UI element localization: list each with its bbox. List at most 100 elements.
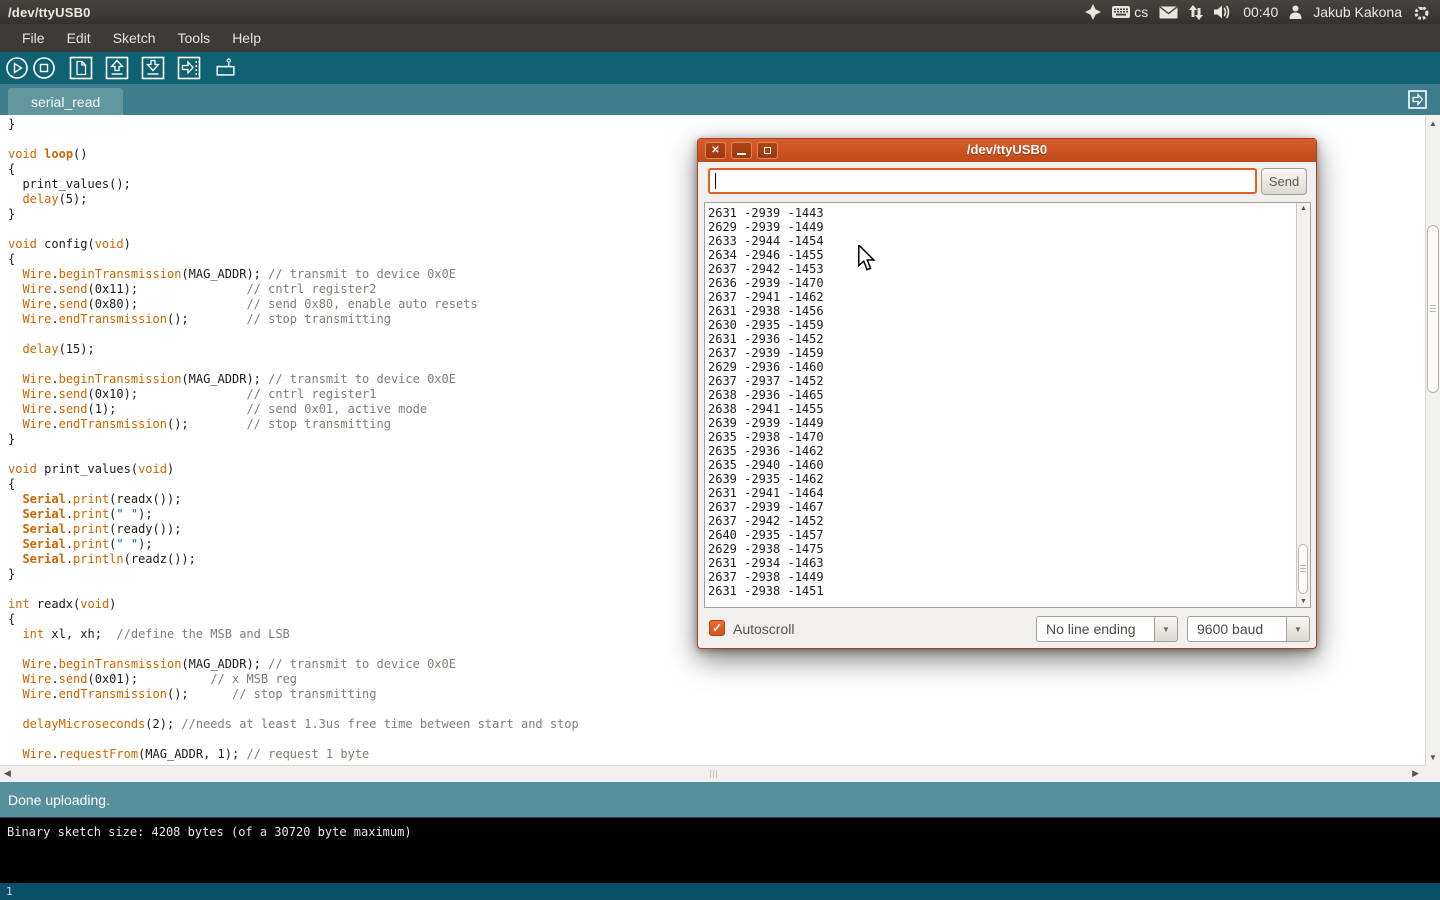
- serial-data-line: 2635 -2938 -1470: [708, 430, 824, 444]
- editor-horizontal-scrollbar[interactable]: ◀ ▶: [0, 765, 1425, 782]
- keyboard-layout-label: cs: [1134, 4, 1148, 20]
- serial-data-line: 2631 -2941 -1464: [708, 486, 824, 500]
- tab-label: serial_read: [31, 94, 100, 110]
- status-message: Done uploading.: [8, 792, 110, 808]
- text-caret: [715, 173, 716, 189]
- stop-button[interactable]: [32, 56, 56, 80]
- editor-vertical-scrollbar[interactable]: ▲ ▼: [1425, 115, 1440, 765]
- user-name[interactable]: Jakub Kakona: [1313, 4, 1402, 20]
- serial-data-line: 2631 -2934 -1463: [708, 556, 824, 570]
- system-tray: cs 00:40 Jakub Kakona: [1085, 4, 1440, 21]
- menu-item-sketch[interactable]: Sketch: [102, 24, 167, 52]
- serial-data-line: 2637 -2938 -1449: [708, 570, 824, 584]
- serial-data-line: 2631 -2938 -1451: [708, 584, 824, 598]
- code-line: Wire.beginTransmission(MAG_ADDR); // tra…: [8, 657, 1425, 672]
- console-output: Binary sketch size: 4208 bytes (of a 307…: [7, 825, 412, 839]
- scroll-up-icon[interactable]: ▲: [1297, 205, 1310, 212]
- code-line: [8, 702, 1425, 717]
- serial-data-line: 2637 -2939 -1459: [708, 346, 824, 360]
- menu-item-tools[interactable]: Tools: [167, 24, 222, 52]
- serial-output-area[interactable]: 2631 -2939 -14432629 -2939 -14492633 -29…: [704, 202, 1311, 608]
- serial-monitor-title: /dev/ttyUSB0: [698, 142, 1316, 157]
- serial-data-line: 2638 -2941 -1455: [708, 402, 824, 416]
- serial-vscroll-thumb[interactable]: [1298, 544, 1308, 594]
- editor-vscroll-thumb[interactable]: [1427, 225, 1439, 393]
- tab-menu-button[interactable]: [1408, 90, 1427, 109]
- serial-data-line: 2629 -2936 -1460: [708, 360, 824, 374]
- serial-data-line: 2635 -2936 -1462: [708, 444, 824, 458]
- code-line: Wire.requestFrom(MAG_ADDR, 1); // reques…: [8, 747, 1425, 762]
- menubar: FileEditSketchToolsHelp: [0, 24, 1440, 52]
- serial-data-line: 2639 -2939 -1449: [708, 416, 824, 430]
- tabstrip: serial_read: [0, 84, 1440, 115]
- serial-monitor-titlebar[interactable]: ✕ /dev/ttyUSB0: [698, 139, 1316, 162]
- line-ending-dropdown[interactable]: No line ending ▼: [1036, 616, 1178, 642]
- scroll-right-icon[interactable]: ▶: [1412, 768, 1419, 779]
- serial-output-text: 2631 -2939 -14432629 -2939 -14492633 -29…: [708, 206, 824, 598]
- serial-monitor-button[interactable]: [214, 56, 238, 80]
- menu-item-edit[interactable]: Edit: [56, 24, 102, 52]
- serial-vertical-scrollbar[interactable]: ▲ ▼: [1296, 203, 1310, 607]
- serial-data-line: 2639 -2935 -1462: [708, 472, 824, 486]
- serial-data-line: 2631 -2938 -1456: [708, 304, 824, 318]
- serial-data-line: 2633 -2944 -1454: [708, 234, 824, 248]
- hscroll-grip[interactable]: [710, 770, 719, 778]
- serial-input[interactable]: [710, 170, 1255, 192]
- serial-data-line: 2637 -2942 -1452: [708, 514, 824, 528]
- menu-item-file[interactable]: File: [11, 24, 56, 52]
- current-line-number: 1: [6, 885, 13, 898]
- verify-button[interactable]: [5, 56, 29, 80]
- chevron-down-icon[interactable]: ▼: [1154, 616, 1178, 642]
- serial-data-line: 2635 -2940 -1460: [708, 458, 824, 472]
- mail-icon[interactable]: [1159, 6, 1178, 19]
- code-line: delayMicroseconds(2); //needs at least 1…: [8, 717, 1425, 732]
- scroll-down-icon[interactable]: ▼: [1426, 753, 1440, 762]
- scroll-left-icon[interactable]: ◀: [4, 768, 11, 779]
- serial-data-line: 2629 -2938 -1475: [708, 542, 824, 556]
- serial-data-line: 2640 -2935 -1457: [708, 528, 824, 542]
- scroll-down-icon[interactable]: ▼: [1297, 598, 1310, 605]
- status-bar: Done uploading.: [0, 782, 1440, 817]
- serial-data-line: 2636 -2939 -1470: [708, 276, 824, 290]
- autoscroll-checkbox[interactable]: ✓: [709, 620, 725, 636]
- scroll-up-icon[interactable]: ▲: [1426, 119, 1440, 128]
- open-sketch-button[interactable]: [105, 56, 129, 80]
- baud-rate-value: 9600 baud: [1187, 616, 1286, 642]
- save-sketch-button[interactable]: [141, 56, 165, 80]
- desktop-panel: /dev/ttyUSB0 cs 00:40 Jakub Kakona: [0, 0, 1440, 24]
- mouse-cursor: [857, 245, 877, 276]
- serial-data-line: 2637 -2942 -1453: [708, 262, 824, 276]
- code-line: Wire.send(0x01); // x MSB reg: [8, 672, 1425, 687]
- user-icon: [1289, 5, 1302, 19]
- network-updown-icon[interactable]: [1189, 5, 1203, 20]
- code-line: [8, 732, 1425, 747]
- tab-serial-read[interactable]: serial_read: [8, 88, 123, 115]
- line-number-bar: 1: [0, 883, 1440, 900]
- menu-item-help[interactable]: Help: [221, 24, 272, 52]
- line-ending-value: No line ending: [1036, 616, 1154, 642]
- toolbar: [0, 52, 1440, 84]
- serial-data-line: 2637 -2941 -1462: [708, 290, 824, 304]
- serial-data-line: 2630 -2935 -1459: [708, 318, 824, 332]
- send-button[interactable]: Send: [1261, 168, 1307, 195]
- checkmark-icon: ✓: [712, 622, 722, 634]
- session-gear-icon[interactable]: [1413, 4, 1430, 21]
- serial-data-line: 2634 -2946 -1455: [708, 248, 824, 262]
- volume-icon[interactable]: [1214, 5, 1232, 19]
- notifications-pinwheel-icon[interactable]: [1085, 4, 1101, 20]
- serial-data-line: 2637 -2939 -1467: [708, 500, 824, 514]
- build-console: Binary sketch size: 4208 bytes (of a 307…: [0, 817, 1440, 883]
- chevron-down-icon[interactable]: ▼: [1286, 616, 1310, 642]
- serial-data-line: 2629 -2939 -1449: [708, 220, 824, 234]
- autoscroll-label: Autoscroll: [733, 621, 794, 637]
- serial-data-line: 2638 -2936 -1465: [708, 388, 824, 402]
- upload-button[interactable]: [177, 56, 201, 80]
- baud-rate-dropdown[interactable]: 9600 baud ▼: [1187, 616, 1310, 642]
- keyboard-layout-icon[interactable]: cs: [1112, 4, 1148, 20]
- code-line: Wire.endTransmission(); // stop transmit…: [8, 687, 1425, 702]
- scrollbar-corner: [1425, 765, 1440, 782]
- clock[interactable]: 00:40: [1243, 4, 1278, 20]
- new-sketch-button[interactable]: [69, 56, 93, 80]
- code-line: }: [8, 117, 1425, 132]
- serial-data-line: 2631 -2939 -1443: [708, 206, 824, 220]
